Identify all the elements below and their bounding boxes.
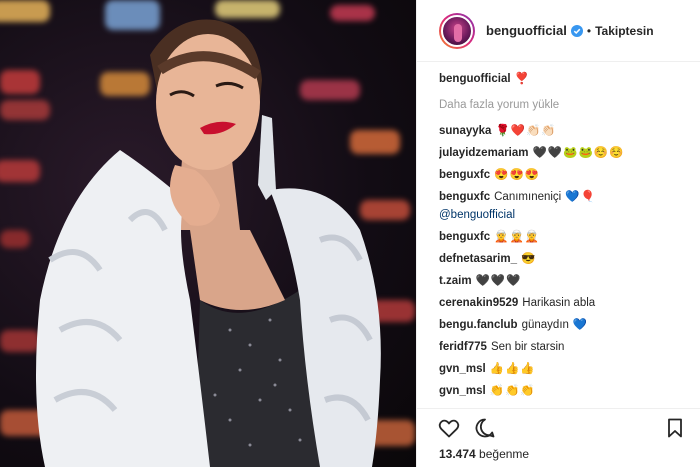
comment-username[interactable]: gvn_msl [439,385,486,397]
comment-item: cerenakin9529 Harikasin abla [439,294,695,312]
comment-username[interactable]: cerenakin9529 [439,297,518,309]
bookmark-icon[interactable] [663,416,687,440]
comment-username[interactable]: t.zaim [439,275,472,287]
comment-text: Sen bir starsin [490,341,565,353]
likes-number: 13.474 [439,447,476,461]
post-header: benguofficial • Takiptesin [417,0,700,62]
comment-emoji: 👏👏👏 [489,385,536,397]
avatar[interactable] [439,12,475,49]
likes-count[interactable]: 13.474 beğenme [439,447,529,461]
comment-item: derinmirikCt [439,404,695,406]
comment-emoji: 🌹❤️👏🏻👏🏻 [495,125,557,137]
post-details-panel: benguofficial • Takiptesin benguofficial… [416,0,700,467]
comment-emoji: 🧝🧝🧝 [494,231,541,243]
separator-dot: • [586,23,592,38]
comment-text: Canımıneniçi [494,191,562,203]
comment-emoji: 😎 [520,253,537,265]
comment-emoji: 👍👍👍 [489,363,536,375]
comment-item: t.zaim 🖤🖤🖤 [439,272,695,290]
avatar-image [441,14,473,47]
likes-label: beğenme [479,447,530,461]
verified-badge-icon [570,24,583,37]
comment-item: gvn_msl 👏👏👏 [439,382,695,400]
post-photo[interactable] [0,0,416,467]
comment-username[interactable]: feridf775 [439,341,487,353]
comment-icon[interactable] [473,416,497,440]
comment-username[interactable]: benguxfc [439,169,490,181]
comment-text: günaydın [521,319,569,331]
comment-username[interactable]: benguxfc [439,191,490,203]
author-username[interactable]: benguofficial [486,23,567,38]
comment-item: benguxfc Canımıneniçi 💙🎈 @benguofficial [439,188,695,224]
comment-item: feridf775 Sen bir starsin [439,338,695,356]
comment-username[interactable]: julayidzemariam [439,147,528,159]
comment-item: julayidzemariam 🖤🖤🐸🐸☺️☺️ [439,144,695,162]
caption-text: ❣️ [514,73,530,85]
comment-emoji: 💙 [572,319,589,331]
comment-mention-link[interactable]: @benguofficial [439,206,695,224]
comment-emoji: 😍😍😍 [494,169,541,181]
comment-username[interactable]: benguxfc [439,231,490,243]
comment-username[interactable]: gvn_msl [439,363,486,375]
action-bar [437,416,687,440]
comment-emoji: 🖤🖤🖤 [475,275,522,287]
comment-emoji: 🖤🖤🐸🐸☺️☺️ [532,147,625,159]
performer-figure [36,19,381,467]
caption: benguofficial ❣️ [439,70,695,88]
comment-item: bengu.fanclub günaydın 💙 [439,316,695,334]
comment-username[interactable]: bengu.fanclub [439,319,518,331]
comments-list: benguofficial ❣️ Daha fazla yorum yükle s… [439,70,695,406]
heart-icon[interactable] [437,416,461,440]
comment-username[interactable]: defnetasarim_ [439,253,517,265]
comment-item: benguxfc 😍😍😍 [439,166,695,184]
follow-status-button[interactable]: Takiptesin [595,24,653,38]
comment-item: sunayyka 🌹❤️👏🏻👏🏻 [439,122,695,140]
divider [417,408,700,409]
comment-item: defnetasarim_ 😎 [439,250,695,268]
comment-emoji: 💙🎈 [565,191,596,203]
comment-item: gvn_msl 👍👍👍 [439,360,695,378]
caption-username[interactable]: benguofficial [439,73,511,85]
load-more-comments-link[interactable]: Daha fazla yorum yükle [439,96,695,114]
comment-text: Harikasin abla [522,297,596,309]
comment-username[interactable]: sunayyka [439,125,491,137]
comment-item: benguxfc 🧝🧝🧝 [439,228,695,246]
